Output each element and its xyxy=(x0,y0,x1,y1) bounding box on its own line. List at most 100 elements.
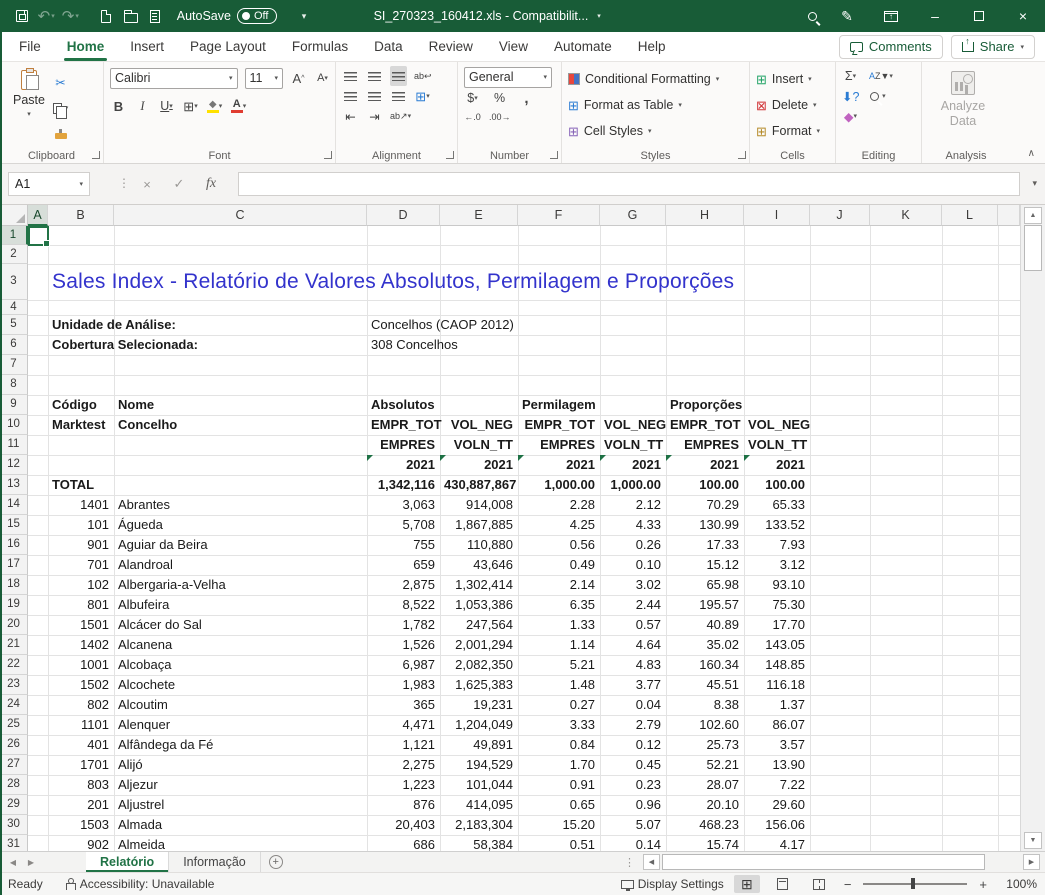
cell-C24[interactable]: Alcoutim xyxy=(114,695,172,715)
cell-I10[interactable]: VOL_NEG xyxy=(744,415,810,435)
cell-G15[interactable]: 4.33 xyxy=(600,515,666,535)
cell-E31[interactable]: 58,384 xyxy=(440,835,518,851)
cell-E17[interactable]: 43,646 xyxy=(440,555,518,575)
column-header-D[interactable]: D xyxy=(367,205,440,226)
dialog-launcher-icon[interactable] xyxy=(446,151,454,159)
copy-icon[interactable]: ▾ xyxy=(52,98,69,118)
cell-C17[interactable]: Alandroal xyxy=(114,555,177,575)
comma-style-icon[interactable]: , xyxy=(518,88,535,108)
cell-C14[interactable]: Abrantes xyxy=(114,495,174,515)
paste-button[interactable]: Paste ▾ xyxy=(6,66,52,146)
cell-F24[interactable]: 0.27 xyxy=(518,695,600,715)
sheet-tab-informacao[interactable]: Informação xyxy=(169,852,261,872)
expand-formula-bar-icon[interactable]: ▾ xyxy=(1032,178,1037,189)
cell-F11[interactable]: EMPRES xyxy=(518,435,600,455)
selected-cell-A1[interactable] xyxy=(28,226,49,246)
cell-H23[interactable]: 45.51 xyxy=(666,675,744,695)
cell-B29[interactable]: 201 xyxy=(48,795,114,815)
tab-automate[interactable]: Automate xyxy=(541,32,625,61)
cell-F13[interactable]: 1,000.00 xyxy=(518,475,600,495)
cell-G18[interactable]: 3.02 xyxy=(600,575,666,595)
cell-B15[interactable]: 101 xyxy=(48,515,114,535)
cell-F25[interactable]: 3.33 xyxy=(518,715,600,735)
percent-icon[interactable]: % xyxy=(491,88,508,108)
row-header-1[interactable]: 1 xyxy=(0,226,28,245)
cell-E11[interactable]: VOLN_TT xyxy=(440,435,518,455)
font-name-select[interactable]: Calibri▾ xyxy=(110,68,238,89)
cell-C29[interactable]: Aljustrel xyxy=(114,795,168,815)
cell-C26[interactable]: Alfândega da Fé xyxy=(114,735,217,755)
tab-review[interactable]: Review xyxy=(416,32,486,61)
row-header-20[interactable]: 20 xyxy=(0,615,28,635)
find-select-icon[interactable]: ▾ xyxy=(869,86,886,106)
cell-D23[interactable]: 1,983 xyxy=(367,675,440,695)
cell-G19[interactable]: 2.44 xyxy=(600,595,666,615)
cell-G13[interactable]: 1,000.00 xyxy=(600,475,666,495)
tab-insert[interactable]: Insert xyxy=(117,32,177,61)
cell-F30[interactable]: 15.20 xyxy=(518,815,600,835)
page-layout-view-icon[interactable] xyxy=(770,875,796,893)
row-header-11[interactable]: 11 xyxy=(0,435,28,455)
collapse-ribbon-icon[interactable]: ∧ xyxy=(1028,148,1035,159)
cell-I15[interactable]: 133.52 xyxy=(744,515,810,535)
cell-H30[interactable]: 468.23 xyxy=(666,815,744,835)
align-right-icon[interactable] xyxy=(390,86,407,106)
vertical-scroll-thumb[interactable] xyxy=(1024,225,1042,271)
column-header-E[interactable]: E xyxy=(440,205,518,226)
cell-B19[interactable]: 801 xyxy=(48,595,114,615)
formula-input[interactable] xyxy=(238,172,1020,196)
scroll-down-icon[interactable]: ▼ xyxy=(1024,832,1042,849)
cell-F29[interactable]: 0.65 xyxy=(518,795,600,815)
cell-G30[interactable]: 5.07 xyxy=(600,815,666,835)
sort-filter-icon[interactable]: AZ▼▾ xyxy=(869,66,893,86)
cell-G16[interactable]: 0.26 xyxy=(600,535,666,555)
cell-F23[interactable]: 1.48 xyxy=(518,675,600,695)
cell-G10[interactable]: VOL_NEG xyxy=(600,415,666,435)
horizontal-scroll-thumb[interactable] xyxy=(662,854,985,870)
cancel-icon[interactable]: × xyxy=(134,172,160,196)
cell-E14[interactable]: 914,008 xyxy=(440,495,518,515)
cell-G12[interactable]: 2021 xyxy=(600,455,666,475)
tab-view[interactable]: View xyxy=(486,32,541,61)
cell-F12[interactable]: 2021 xyxy=(518,455,600,475)
cell-H26[interactable]: 25.73 xyxy=(666,735,744,755)
bold-button[interactable]: B xyxy=(110,96,127,116)
cell-H10[interactable]: EMPR_TOT xyxy=(666,415,744,435)
cell-E23[interactable]: 1,625,383 xyxy=(440,675,518,695)
underline-button[interactable]: U ▾ xyxy=(158,96,175,116)
cell-F14[interactable]: 2.28 xyxy=(518,495,600,515)
cell-D29[interactable]: 876 xyxy=(367,795,440,815)
cell-H9[interactable]: Proporções xyxy=(666,395,746,415)
comments-button[interactable]: Comments xyxy=(839,35,943,59)
cell-I16[interactable]: 7.93 xyxy=(744,535,810,555)
cell-E18[interactable]: 1,302,414 xyxy=(440,575,518,595)
scroll-left-icon[interactable]: ◀ xyxy=(643,854,660,870)
cell-E20[interactable]: 247,564 xyxy=(440,615,518,635)
cell-D13[interactable]: 1,342,116 xyxy=(367,475,440,495)
row-header-22[interactable]: 22 xyxy=(0,655,28,675)
cell-F18[interactable]: 2.14 xyxy=(518,575,600,595)
cell-D12[interactable]: 2021 xyxy=(367,455,440,475)
wrap-text-icon[interactable]: ab↩ xyxy=(414,66,432,86)
cell-E30[interactable]: 2,183,304 xyxy=(440,815,518,835)
insert-cells-button[interactable]: ⊞ Insert▾ xyxy=(756,66,831,92)
minimize-button[interactable]: – xyxy=(913,0,957,32)
cell-G23[interactable]: 3.77 xyxy=(600,675,666,695)
save-icon[interactable] xyxy=(10,3,34,29)
cell-G31[interactable]: 0.14 xyxy=(600,835,666,851)
cell-D31[interactable]: 686 xyxy=(367,835,440,851)
cell-B20[interactable]: 1501 xyxy=(48,615,114,635)
name-box[interactable]: A1 ▾ xyxy=(8,172,90,196)
row-header-10[interactable]: 10 xyxy=(0,415,28,435)
column-header-C[interactable]: C xyxy=(114,205,367,226)
display-settings-button[interactable]: Display Settings xyxy=(621,877,724,891)
cell-C31[interactable]: Almeida xyxy=(114,835,169,851)
cell-H28[interactable]: 28.07 xyxy=(666,775,744,795)
row-header-27[interactable]: 27 xyxy=(0,755,28,775)
autosave-control[interactable]: AutoSave Off xyxy=(177,8,278,24)
cell-E15[interactable]: 1,867,885 xyxy=(440,515,518,535)
row-header-21[interactable]: 21 xyxy=(0,635,28,655)
cell-D30[interactable]: 20,403 xyxy=(367,815,440,835)
cell-F27[interactable]: 1.70 xyxy=(518,755,600,775)
decrease-font-icon[interactable]: A▾ xyxy=(314,68,331,88)
